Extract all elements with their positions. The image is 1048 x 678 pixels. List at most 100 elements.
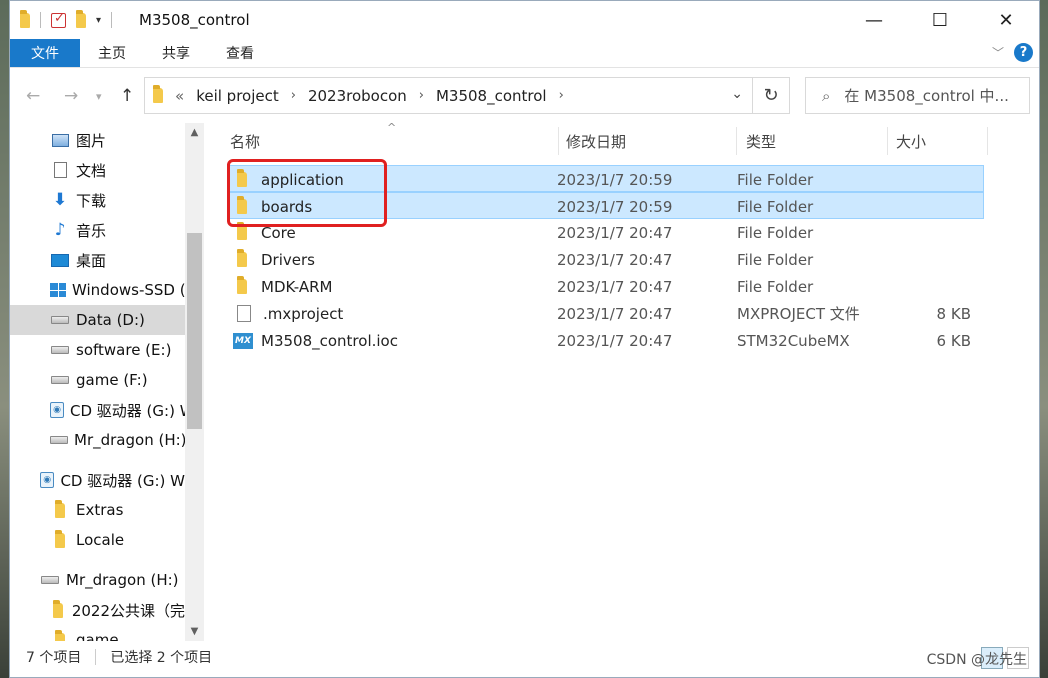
name-cell: MX M3508_control.ioc bbox=[233, 327, 398, 354]
sidebar-item-music[interactable]: ♪ 音乐 bbox=[50, 215, 204, 245]
column-divider[interactable] bbox=[987, 127, 988, 155]
sidebar-item-label: software (E:) bbox=[76, 341, 172, 359]
breadcrumb-separator-icon[interactable]: › bbox=[291, 88, 296, 103]
drive-icon bbox=[40, 576, 60, 584]
sidebar-item-windows-ssd[interactable]: Windows-SSD ( bbox=[50, 275, 185, 305]
minimize-icon[interactable]: — bbox=[841, 1, 907, 39]
drive-icon bbox=[50, 346, 70, 354]
table-row[interactable]: MX M3508_control.ioc 2023/1/7 20:47 STM32… bbox=[228, 327, 984, 354]
close-icon[interactable]: ✕ bbox=[973, 1, 1039, 39]
sidebar-item-desktop[interactable]: 桌面 bbox=[50, 245, 204, 275]
item-count: 7 个项目 bbox=[26, 650, 82, 666]
sidebar-item-documents[interactable]: 文档 bbox=[50, 155, 204, 185]
sidebar-item-label: 桌面 bbox=[76, 251, 107, 270]
tab-view[interactable]: 查看 bbox=[208, 39, 272, 67]
date-cell: 2023/1/7 20:47 bbox=[557, 250, 673, 269]
sidebar-item-pictures[interactable]: 图片 bbox=[50, 125, 204, 155]
search-placeholder: 在 M3508_control 中... bbox=[844, 87, 1009, 105]
help-icon[interactable]: ? bbox=[1014, 43, 1033, 62]
breadcrumb-overflow[interactable]: « bbox=[175, 87, 184, 105]
column-header-type[interactable]: 类型 bbox=[736, 123, 886, 159]
maximize-icon[interactable]: ☐ bbox=[907, 1, 973, 39]
sidebar-item-game-f[interactable]: game (F:) bbox=[50, 365, 204, 395]
forward-arrow-icon[interactable]: → bbox=[64, 86, 78, 106]
sidebar-item-locale[interactable]: Locale bbox=[50, 525, 204, 555]
customize-dropdown-icon[interactable]: ▾ bbox=[96, 15, 101, 26]
address-dropdown-icon[interactable]: ⌄ bbox=[731, 86, 743, 102]
folder-icon bbox=[237, 249, 247, 267]
file-name: Drivers bbox=[261, 250, 315, 269]
desktop-icon bbox=[50, 253, 70, 267]
column-header-size[interactable]: 大小 bbox=[886, 123, 986, 159]
column-header-name[interactable]: 名称 bbox=[220, 123, 556, 159]
file-list: ^ 名称 修改日期 类型 大小 application 2023/1/7 20:… bbox=[220, 121, 990, 641]
tab-file[interactable]: 文件 bbox=[10, 39, 80, 67]
type-cell: File Folder bbox=[737, 223, 814, 242]
folder-icon bbox=[50, 499, 70, 518]
scrollbar-thumb[interactable] bbox=[187, 233, 202, 429]
size-cell: 6 KB bbox=[936, 331, 971, 350]
sidebar-item-data-d[interactable]: Data (D:) bbox=[10, 305, 185, 335]
tab-share[interactable]: 共享 bbox=[144, 39, 208, 67]
table-row[interactable]: MDK-ARM 2023/1/7 20:47 File Folder bbox=[228, 273, 984, 300]
download-icon: ⬇ bbox=[52, 190, 68, 210]
breadcrumb-item[interactable]: M3508_control bbox=[436, 87, 547, 105]
breadcrumb-separator-icon[interactable]: › bbox=[559, 88, 564, 103]
sidebar-item-label: CD 驱动器 (G:) W bbox=[60, 471, 185, 490]
date-cell: 2023/1/7 20:59 bbox=[557, 170, 673, 189]
file-name: .mxproject bbox=[263, 304, 344, 323]
expand-ribbon-icon[interactable]: ﹀ bbox=[992, 44, 1004, 61]
refresh-icon[interactable]: ↻ bbox=[752, 78, 789, 113]
sidebar-scrollbar[interactable]: ▲ ▼ bbox=[185, 123, 204, 641]
sidebar-item-software-e[interactable]: software (E:) bbox=[50, 335, 204, 365]
status-bar: 7 个项目 已选择 2 个项目 bbox=[10, 641, 1039, 673]
sidebar-item-label: Mr_dragon (H:) bbox=[74, 431, 185, 449]
sidebar-item-cd-drive-g-root[interactable]: ◉ CD 驱动器 (G:) W bbox=[40, 465, 185, 495]
new-folder-icon[interactable] bbox=[76, 9, 86, 28]
sidebar-item-game[interactable]: game bbox=[50, 625, 204, 641]
breadcrumb-item[interactable]: keil project bbox=[196, 87, 279, 105]
windows-drive-icon bbox=[50, 283, 66, 297]
watermark: CSDN @龙先生 bbox=[926, 652, 1027, 668]
sidebar-item-cd-drive-g[interactable]: ◉ CD 驱动器 (G:) W bbox=[50, 395, 185, 425]
sidebar-item-2022-course[interactable]: 2022公共课（完 bbox=[50, 595, 185, 625]
table-row[interactable]: .mxproject 2023/1/7 20:47 MXPROJECT 文件 8… bbox=[228, 300, 984, 327]
file-name: MDK-ARM bbox=[261, 277, 333, 296]
breadcrumb-item[interactable]: 2023robocon bbox=[308, 87, 407, 105]
cd-drive-icon: ◉ bbox=[40, 472, 55, 488]
sidebar-item-extras[interactable]: Extras bbox=[50, 495, 204, 525]
date-cell: 2023/1/7 20:47 bbox=[557, 277, 673, 296]
drive-icon bbox=[50, 376, 70, 384]
up-arrow-icon[interactable]: ↑ bbox=[120, 86, 134, 106]
sidebar-item-mr-dragon-h[interactable]: Mr_dragon (H:) bbox=[50, 425, 185, 455]
selection-count: 已选择 2 个项目 bbox=[110, 650, 213, 666]
window-controls: — ☐ ✕ bbox=[841, 1, 1039, 39]
toolbar-divider bbox=[111, 12, 113, 28]
navigation-bar: ← → ▾ ↑ « keil project › 2023robocon › M… bbox=[10, 67, 1039, 123]
type-cell: MXPROJECT 文件 bbox=[737, 305, 860, 323]
address-bar[interactable]: « keil project › 2023robocon › M3508_con… bbox=[144, 77, 790, 114]
search-box[interactable]: ⌕ 在 M3508_control 中... bbox=[805, 77, 1030, 114]
table-row[interactable]: Drivers 2023/1/7 20:47 File Folder bbox=[228, 246, 984, 273]
name-cell: Drivers bbox=[237, 246, 315, 273]
properties-icon[interactable] bbox=[51, 11, 66, 28]
back-arrow-icon[interactable]: ← bbox=[26, 86, 40, 106]
scroll-down-icon[interactable]: ▼ bbox=[185, 626, 204, 637]
breadcrumb-separator-icon[interactable]: › bbox=[419, 88, 424, 103]
sidebar-item-downloads[interactable]: ⬇ 下载 bbox=[50, 185, 204, 215]
status-divider bbox=[95, 649, 97, 665]
recent-locations-icon[interactable]: ▾ bbox=[96, 90, 102, 103]
tab-home[interactable]: 主页 bbox=[80, 39, 144, 67]
type-cell: STM32CubeMX bbox=[737, 331, 850, 350]
column-header-date[interactable]: 修改日期 bbox=[556, 123, 736, 159]
folder-icon bbox=[153, 85, 163, 103]
type-cell: File Folder bbox=[737, 250, 814, 269]
sidebar-item-mr-dragon-h-root[interactable]: Mr_dragon (H:) bbox=[40, 565, 185, 595]
file-icon bbox=[237, 305, 251, 322]
scroll-up-icon[interactable]: ▲ bbox=[185, 127, 204, 138]
sidebar-item-label: Mr_dragon (H:) bbox=[66, 571, 179, 589]
folder-icon bbox=[50, 629, 70, 641]
navigation-pane: 图片 文档 ⬇ 下载 ♪ 音乐 桌面 Windows-SSD ( Data (D:)… bbox=[10, 123, 204, 641]
picture-icon bbox=[50, 133, 70, 147]
sidebar-item-label: 下载 bbox=[76, 191, 107, 210]
